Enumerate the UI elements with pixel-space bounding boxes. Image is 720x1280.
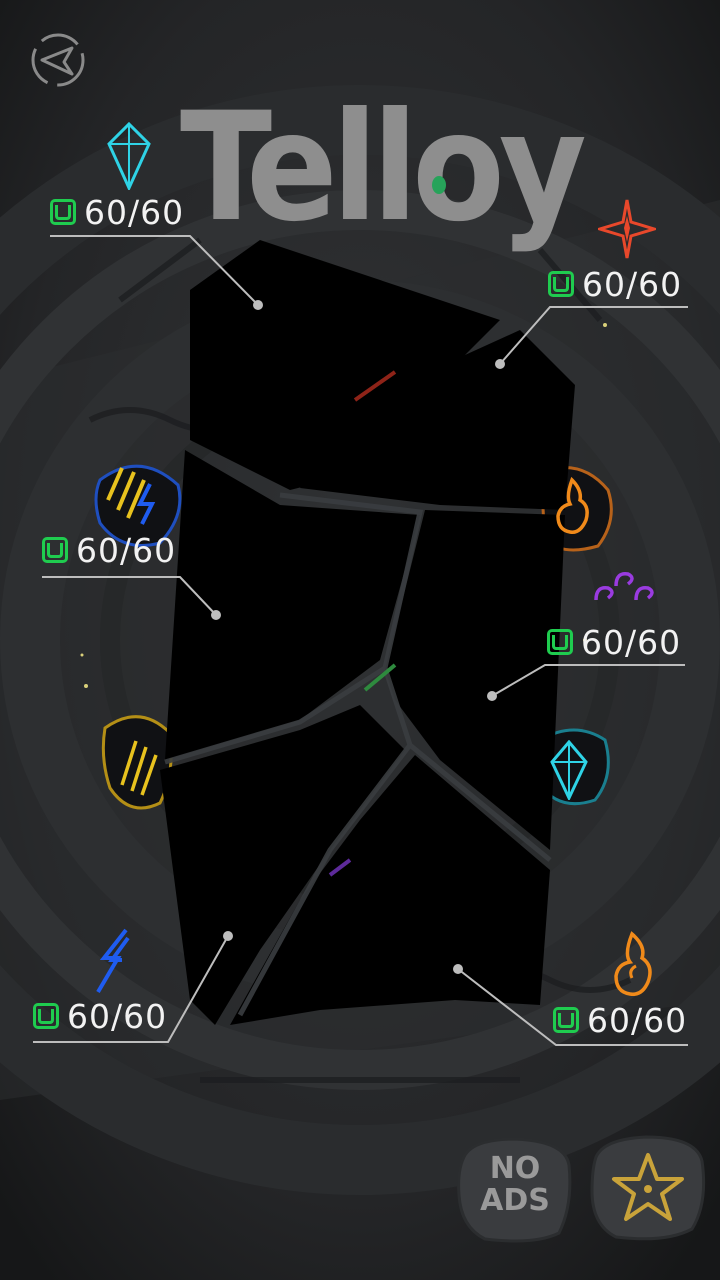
region-counter-spirit: 60/60 [547, 622, 681, 662]
region-count: 60/60 [76, 530, 177, 570]
region-count: 60/60 [587, 1000, 688, 1040]
region-count: 60/60 [84, 192, 185, 232]
claw-icon [120, 740, 158, 796]
lightning-icon [96, 928, 130, 994]
region-count: 60/60 [67, 996, 168, 1036]
game-screen: Telloy 60/60 60/60 60/60 60/60 60/60 60/… [0, 0, 720, 1280]
collectible-icon [553, 1007, 579, 1033]
region-counter-ice: 60/60 [50, 192, 184, 232]
back-arrow-icon [31, 33, 85, 87]
no-ads-label: NO ADS [480, 1151, 550, 1218]
region-count: 60/60 [581, 622, 682, 662]
crystal-icon [107, 122, 151, 190]
claw-lightning-icon [106, 467, 156, 525]
swirl-icon [594, 572, 654, 601]
map-region-flame[interactable] [300, 755, 550, 1025]
region-count: 60/60 [582, 264, 683, 304]
collectible-icon [33, 1003, 59, 1029]
region-counter-storm: 60/60 [42, 530, 176, 570]
game-title: Telloy [180, 81, 587, 255]
rate-button[interactable] [588, 1133, 708, 1243]
collectible-icon [50, 199, 76, 225]
collectible-icon [548, 271, 574, 297]
region-counter-lightning: 60/60 [33, 996, 167, 1036]
flame-icon [614, 931, 652, 996]
star-burst-icon [598, 199, 656, 259]
collectible-icon [42, 537, 68, 563]
stone-background [590, 1135, 706, 1241]
title-eye-dot [432, 176, 446, 194]
region-counter-flame: 60/60 [553, 1000, 687, 1040]
region-counter-fire: 60/60 [548, 264, 682, 304]
no-ads-button[interactable]: NO ADS [455, 1135, 575, 1245]
back-button[interactable] [28, 30, 88, 90]
